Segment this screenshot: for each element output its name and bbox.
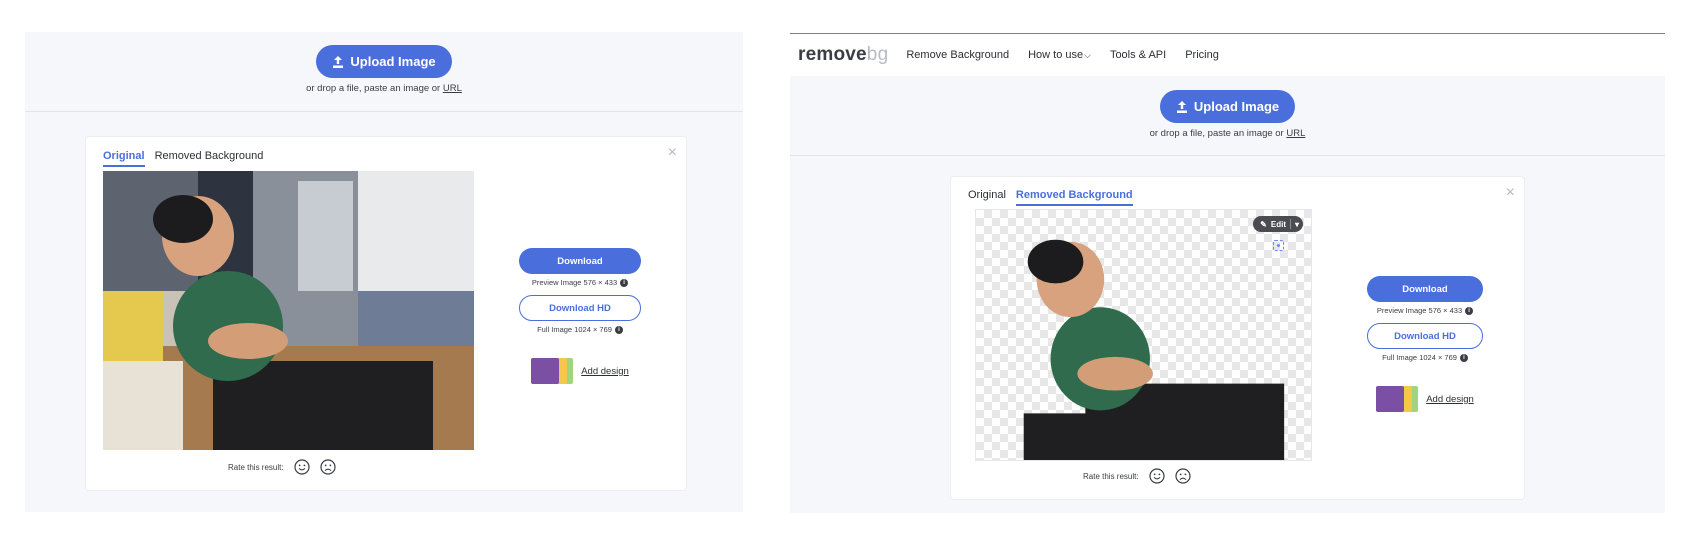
cutout-illustration: [1023, 239, 1285, 460]
tab-removed-background[interactable]: Removed Background: [155, 150, 264, 167]
download-hd-button[interactable]: Download HD: [1367, 323, 1483, 349]
download-button[interactable]: Download: [1367, 276, 1483, 302]
download-button[interactable]: Download: [519, 248, 641, 274]
close-icon[interactable]: ×: [668, 145, 677, 161]
download-hd-button[interactable]: Download HD: [519, 295, 641, 321]
nav-remove-background[interactable]: Remove Background: [906, 49, 1009, 61]
logo[interactable]: removebg: [798, 44, 888, 66]
edit-button[interactable]: ✎ Edit ▾: [1253, 216, 1303, 232]
info-icon[interactable]: i: [1465, 306, 1474, 315]
download-actions: Download Preview Image 576 × 433 i Downl…: [519, 248, 641, 386]
upload-hint: or drop a file, paste an image or URL: [306, 83, 462, 94]
right-screenshot: removebg Remove Background How to use⌵ T…: [790, 33, 1665, 513]
add-design-link[interactable]: Add design: [519, 356, 641, 386]
info-icon[interactable]: i: [614, 325, 623, 334]
rating-bar: Rate this result:: [228, 459, 336, 475]
result-card: Original Removed Background × ✎ Edit ▾ D: [950, 176, 1525, 500]
upload-icon: [333, 55, 344, 68]
top-nav: removebg Remove Background How to use⌵ T…: [790, 34, 1665, 76]
upload-icon: [1176, 100, 1187, 113]
upload-area: Upload Image or drop a file, paste an im…: [790, 76, 1665, 156]
result-card: Original Removed Background × Download P…: [85, 136, 687, 491]
original-photo: [103, 171, 474, 450]
tab-original[interactable]: Original: [103, 150, 145, 167]
upload-button-label: Upload Image: [1193, 99, 1280, 114]
chevron-down-icon: ⌵: [1084, 50, 1091, 60]
design-thumbnails-icon: [1376, 384, 1420, 414]
upload-image-button[interactable]: Upload Image: [1159, 90, 1296, 123]
upload-area: Upload Image or drop a file, paste an im…: [25, 32, 743, 112]
cutout-photo: ✎ Edit ▾: [975, 209, 1312, 461]
nav-pricing[interactable]: Pricing: [1185, 49, 1219, 61]
sad-face-icon[interactable]: [1174, 468, 1191, 484]
nav-tools-api[interactable]: Tools & API: [1110, 49, 1166, 61]
tab-removed-background[interactable]: Removed Background: [1015, 189, 1133, 206]
rating-label: Rate this result:: [1083, 471, 1139, 481]
preview-meta: Preview Image 576 × 433 i: [1367, 306, 1483, 315]
happy-face-icon[interactable]: [293, 459, 310, 475]
result-tabs: Original Removed Background: [103, 150, 263, 167]
left-screenshot: Upload Image or drop a file, paste an im…: [25, 32, 743, 512]
focus-icon[interactable]: [1273, 240, 1284, 251]
url-link[interactable]: URL: [1286, 128, 1305, 139]
rating-label: Rate this result:: [228, 462, 284, 472]
full-meta: Full Image 1024 × 769 i: [519, 325, 641, 334]
result-tabs: Original Removed Background: [968, 189, 1133, 206]
preview-meta: Preview Image 576 × 433 i: [519, 278, 641, 287]
download-actions: Download Preview Image 576 × 433 i Downl…: [1367, 276, 1483, 414]
upload-button-label: Upload Image: [350, 54, 436, 69]
close-icon[interactable]: ×: [1506, 185, 1515, 201]
sad-face-icon[interactable]: [319, 459, 336, 475]
add-design-link[interactable]: Add design: [1367, 384, 1483, 414]
happy-face-icon[interactable]: [1148, 468, 1165, 484]
info-icon[interactable]: i: [620, 278, 629, 287]
nav-how-to-use[interactable]: How to use⌵: [1028, 49, 1091, 61]
upload-hint: or drop a file, paste an image or URL: [1149, 128, 1306, 139]
photo-illustration: [103, 171, 474, 450]
url-link[interactable]: URL: [443, 83, 462, 94]
caret-down-icon[interactable]: ▾: [1295, 220, 1299, 229]
upload-image-button[interactable]: Upload Image: [316, 45, 452, 78]
edit-pencil-icon: ✎: [1260, 219, 1267, 229]
info-icon[interactable]: i: [1459, 353, 1468, 362]
rating-bar: Rate this result:: [1083, 468, 1191, 484]
full-meta: Full Image 1024 × 769 i: [1367, 353, 1483, 362]
design-thumbnails-icon: [531, 356, 575, 386]
tab-original[interactable]: Original: [968, 189, 1006, 206]
